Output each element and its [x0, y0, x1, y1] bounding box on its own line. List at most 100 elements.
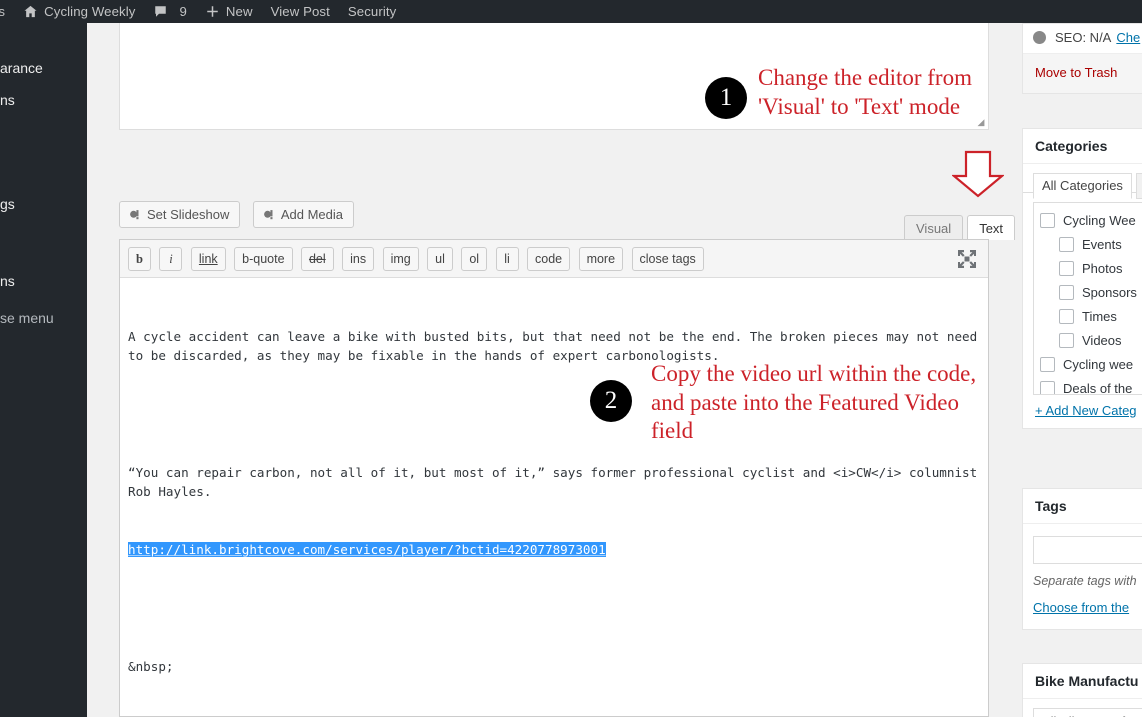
editor-blank-line — [128, 404, 980, 423]
sidebar-item-plugins-label: ns — [0, 92, 15, 108]
category-label: Cycling wee — [1063, 356, 1134, 372]
admin-sidebar-menu: arance ns gs ns se menu — [0, 23, 87, 717]
bike-manufacturer-box: Bike Manufactu All Bike Manufac — [1022, 663, 1142, 717]
tab-text-label: Text — [979, 221, 1004, 236]
category-row[interactable]: Deals of the — [1040, 376, 1142, 395]
security-label: Security — [347, 4, 397, 19]
checkbox-icon[interactable] — [1059, 260, 1074, 276]
editor-mode-tabs: Visual Text — [900, 214, 1016, 240]
category-label: Times — [1082, 308, 1117, 324]
publish-box: SEO: N/A Che Move to Trash — [1022, 23, 1142, 94]
tab-all-bike-manufacturers[interactable]: All Bike Manufac — [1033, 708, 1142, 717]
editor-blank-line — [128, 715, 980, 716]
checkbox-icon[interactable] — [1059, 284, 1074, 300]
qt-img-button[interactable]: img — [382, 247, 419, 271]
qt-del-button[interactable]: del — [300, 247, 334, 271]
editor-selected-url-line: http://link.brightcove.com/services/play… — [128, 540, 980, 559]
tags-box: Tags Separate tags with Choose from the — [1022, 488, 1142, 630]
category-row[interactable]: Cycling Wee — [1040, 208, 1142, 232]
collapse-menu-button[interactable]: se menu — [0, 310, 54, 326]
seo-status-label: SEO: N/A — [1055, 30, 1112, 45]
media-buttons-row: Set Slideshow Add Media — [119, 201, 989, 235]
fullscreen-expand-icon[interactable] — [956, 248, 978, 270]
category-label: Photos — [1082, 260, 1123, 276]
admin-bar-security[interactable]: Security — [339, 0, 405, 23]
tags-input[interactable] — [1033, 536, 1142, 564]
set-slideshow-label: Set Slideshow — [147, 207, 230, 222]
category-label: Videos — [1082, 332, 1122, 348]
categories-title: Categories — [1023, 129, 1142, 164]
move-to-trash-link[interactable]: Move to Trash — [1035, 65, 1117, 80]
categories-checklist[interactable]: Cycling Wee Events Photos Sponsors Times… — [1033, 202, 1142, 395]
checkbox-icon[interactable] — [1040, 212, 1055, 228]
checkbox-icon[interactable] — [1059, 332, 1074, 348]
category-row[interactable]: Times — [1040, 304, 1142, 328]
tab-most-used[interactable]: M — [1136, 173, 1142, 199]
comments-count: 9 — [179, 4, 187, 19]
qt-ul-button[interactable]: ul — [427, 247, 453, 271]
qt-link-button[interactable]: link — [190, 247, 226, 271]
set-slideshow-button[interactable]: Set Slideshow — [119, 201, 241, 228]
category-row[interactable]: Videos — [1040, 328, 1142, 352]
camera-icon — [262, 208, 276, 222]
choose-from-most-used-link[interactable]: Choose from the — [1023, 600, 1142, 629]
editor-nbsp-line: &nbsp; — [128, 658, 174, 674]
view-post-label: View Post — [270, 4, 330, 19]
excerpt-textarea[interactable]: ◢ — [119, 23, 989, 130]
sidebar-item-extensions[interactable]: ns — [0, 273, 15, 289]
sidebar-item-settings[interactable]: gs — [0, 196, 15, 212]
tags-help-text: Separate tags with — [1033, 574, 1137, 588]
post-content-code-textarea[interactable]: A cycle accident can leave a bike with b… — [120, 278, 988, 716]
categories-tabs: All Categories M — [1023, 164, 1142, 199]
post-editor-column: ◢ Set Slideshow Add Media Visual Text b … — [87, 23, 1017, 717]
checkbox-icon[interactable] — [1040, 380, 1055, 394]
sidebar-item-plugins[interactable]: ns — [0, 92, 15, 108]
qt-li-button[interactable]: li — [495, 247, 519, 271]
admin-bar: es Cycling Weekly 9 New View Post Securi… — [0, 0, 1142, 23]
category-row[interactable]: Sponsors — [1040, 280, 1142, 304]
sidebar-item-appearance-label: arance — [0, 60, 43, 76]
trash-row: Move to Trash — [1023, 54, 1142, 93]
comment-bubble-icon — [153, 4, 168, 19]
tab-all-categories[interactable]: All Categories — [1033, 173, 1132, 199]
add-new-category-link[interactable]: + Add New Categ — [1035, 403, 1142, 418]
quicktags-toolbar: b i link b-quote del ins img ul ol li co… — [120, 240, 988, 278]
category-label: Events — [1082, 236, 1122, 252]
category-label: Cycling Wee — [1063, 212, 1136, 228]
resize-handle-icon[interactable]: ◢ — [975, 116, 987, 128]
add-media-label: Add Media — [280, 207, 343, 222]
checkbox-icon[interactable] — [1040, 356, 1055, 372]
qt-bold-button[interactable]: b — [128, 247, 151, 271]
sidebar-item-extensions-label: ns — [0, 273, 15, 289]
sidebar-item-appearance[interactable]: arance — [0, 60, 43, 76]
checkbox-icon[interactable] — [1059, 236, 1074, 252]
qt-ins-button[interactable]: ins — [342, 247, 375, 271]
category-row[interactable]: Photos — [1040, 256, 1142, 280]
qt-close-tags-button[interactable]: close tags — [631, 247, 704, 271]
collapse-menu-label: se menu — [0, 310, 54, 326]
qt-italic-button[interactable]: i — [159, 247, 183, 271]
camera-icon — [128, 208, 142, 222]
tab-text[interactable]: Text — [967, 215, 1016, 240]
category-row[interactable]: Events — [1040, 232, 1142, 256]
editor-blank-line — [128, 598, 980, 617]
qt-ol-button[interactable]: ol — [461, 247, 488, 271]
qt-code-button[interactable]: code — [527, 247, 571, 271]
category-row[interactable]: Cycling wee — [1040, 352, 1142, 376]
add-media-button[interactable]: Add Media — [252, 201, 354, 228]
category-label: Deals of the — [1063, 380, 1133, 395]
tab-visual[interactable]: Visual — [904, 215, 964, 240]
qt-more-button[interactable]: more — [578, 247, 624, 271]
admin-bar-new-content[interactable]: New — [196, 0, 262, 23]
category-label: Sponsors — [1082, 284, 1137, 300]
site-name-label: Cycling Weekly — [44, 4, 136, 19]
selected-video-url[interactable]: http://link.brightcove.com/services/play… — [128, 542, 606, 558]
qt-bquote-button[interactable]: b-quote — [234, 247, 293, 271]
checkbox-icon[interactable] — [1059, 308, 1074, 324]
categories-box: Categories All Categories M Cycling Wee … — [1022, 128, 1142, 429]
admin-bar-view-post[interactable]: View Post — [262, 0, 339, 23]
admin-bar-site-name[interactable]: Cycling Weekly — [14, 0, 144, 23]
seo-check-link[interactable]: Che — [1116, 30, 1140, 45]
admin-bar-wp-logo[interactable]: es — [0, 0, 14, 23]
admin-bar-comments[interactable]: 9 — [144, 0, 195, 23]
